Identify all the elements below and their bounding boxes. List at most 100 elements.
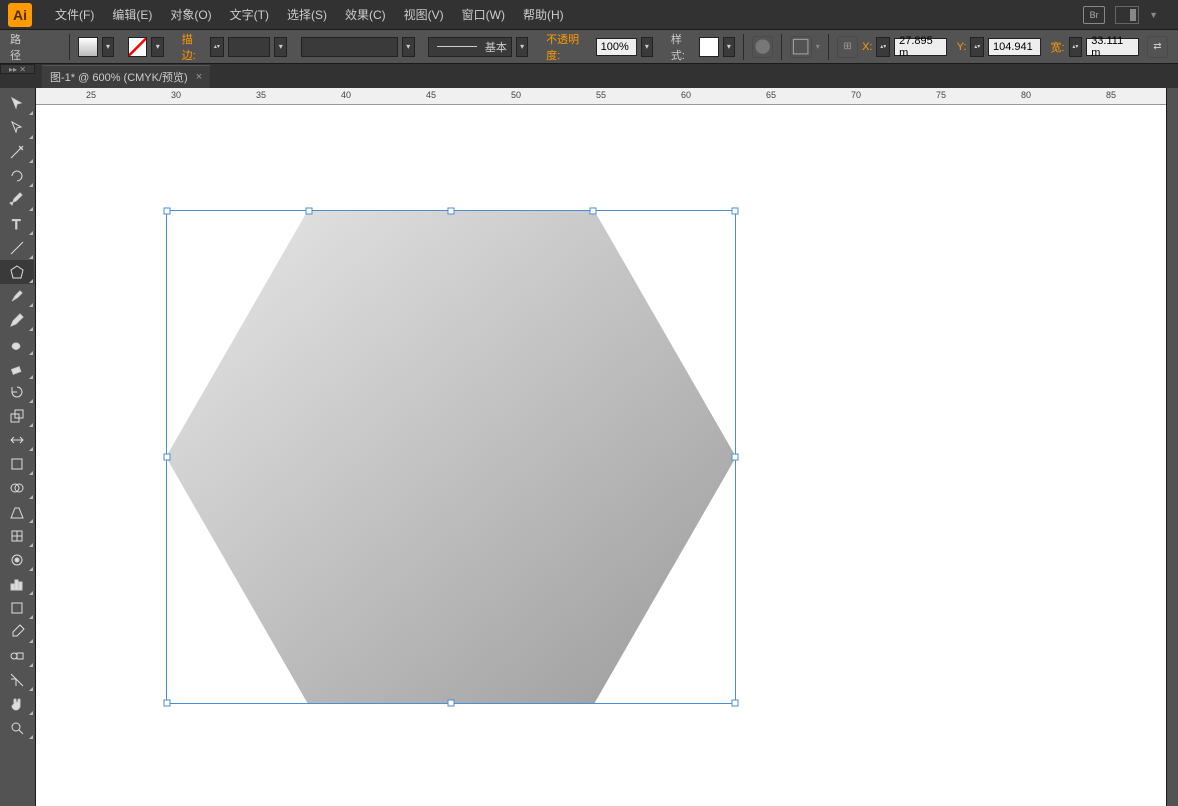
handle-e[interactable] <box>732 454 739 461</box>
eraser-tool[interactable] <box>0 356 34 380</box>
pencil-tool[interactable] <box>0 308 34 332</box>
menu-edit[interactable]: 编辑(E) <box>103 2 161 27</box>
menu-file[interactable]: 文件(F) <box>46 2 103 27</box>
y-stepper[interactable]: ▴▾ <box>970 37 984 57</box>
selection-tool[interactable] <box>0 92 34 116</box>
x-label: X: <box>862 41 872 53</box>
eyedropper-tool[interactable] <box>0 620 34 644</box>
stroke-label: 描边: <box>182 31 206 63</box>
w-field[interactable]: 33.111 m <box>1086 38 1139 56</box>
constrain-icon[interactable]: ⇄ <box>1147 36 1168 58</box>
handle-s[interactable] <box>448 700 455 707</box>
blob-brush-tool[interactable] <box>0 332 34 356</box>
artboard-tool[interactable] <box>0 596 34 620</box>
menu-help[interactable]: 帮助(H) <box>514 2 573 27</box>
chevron-down-icon[interactable]: ▼ <box>1149 10 1158 20</box>
ruler-tick: 40 <box>341 90 351 100</box>
slice-tool[interactable] <box>0 668 34 692</box>
handle-n[interactable] <box>448 208 455 215</box>
blend-tool[interactable] <box>0 644 34 668</box>
brush-field[interactable]: 基本 <box>428 37 511 57</box>
collapse-toolbar-button[interactable]: ▸▸ ✕ <box>0 64 35 74</box>
zoom-tool[interactable] <box>0 716 34 740</box>
style-dropdown[interactable]: ▾ <box>723 37 736 57</box>
fill-dropdown[interactable]: ▾ <box>102 37 115 57</box>
recolor-icon[interactable] <box>752 36 773 58</box>
opacity-label: 不透明度: <box>546 31 592 63</box>
y-label: Y: <box>957 41 967 53</box>
magic-wand-tool[interactable] <box>0 140 34 164</box>
stroke-profile-dropdown[interactable]: ▾ <box>402 37 415 57</box>
ruler-tick: 55 <box>596 90 606 100</box>
width-tool[interactable] <box>0 428 34 452</box>
line-tool[interactable] <box>0 236 34 260</box>
ruler-tick: 65 <box>766 90 776 100</box>
direct-selection-tool[interactable] <box>0 116 34 140</box>
menu-object[interactable]: 对象(O) <box>161 2 220 27</box>
stroke-weight-dropdown[interactable]: ▾ <box>274 37 287 57</box>
column-graph-tool[interactable] <box>0 572 34 596</box>
ruler-tick: 25 <box>86 90 96 100</box>
brush-dropdown[interactable]: ▾ <box>516 37 529 57</box>
stroke-swatch[interactable] <box>128 37 147 57</box>
scale-tool[interactable] <box>0 404 34 428</box>
ruler-tick: 70 <box>851 90 861 100</box>
lasso-tool[interactable] <box>0 164 34 188</box>
app-logo: Ai <box>8 3 32 27</box>
canvas[interactable] <box>36 105 1166 806</box>
brush-tool[interactable] <box>0 284 34 308</box>
handle-w[interactable] <box>164 454 171 461</box>
anchor-1[interactable] <box>306 208 313 215</box>
transform-reference-icon[interactable]: ⊞ <box>837 36 858 58</box>
type-tool[interactable]: T <box>0 212 34 236</box>
ruler-tick: 45 <box>426 90 436 100</box>
stroke-weight-field[interactable] <box>228 37 271 57</box>
ruler-tick: 75 <box>936 90 946 100</box>
opacity-dropdown[interactable]: ▾ <box>641 37 654 57</box>
menu-select[interactable]: 选择(S) <box>278 2 336 27</box>
bridge-icon[interactable]: Br <box>1083 6 1105 24</box>
workspace-switcher-icon[interactable] <box>1115 6 1139 24</box>
selection-bounding-box[interactable] <box>166 210 736 704</box>
ruler-tick: 80 <box>1021 90 1031 100</box>
right-panel-collapsed[interactable] <box>1166 88 1178 806</box>
handle-se[interactable] <box>732 700 739 707</box>
stroke-dropdown[interactable]: ▾ <box>151 37 164 57</box>
ruler-tick: 85 <box>1106 90 1116 100</box>
handle-ne[interactable] <box>732 208 739 215</box>
stroke-weight-stepper[interactable]: ▴▾ <box>210 37 224 57</box>
document-tab[interactable]: 图-1* @ 600% (CMYK/预览) × <box>42 65 210 88</box>
rotate-tool[interactable] <box>0 380 34 404</box>
style-swatch[interactable] <box>699 37 718 57</box>
w-stepper[interactable]: ▴▾ <box>1069 37 1083 57</box>
x-field[interactable]: 27.895 m <box>894 38 947 56</box>
menu-view[interactable]: 视图(V) <box>395 2 453 27</box>
anchor-2[interactable] <box>590 208 597 215</box>
w-label: 宽: <box>1051 39 1065 55</box>
perspective-tool[interactable] <box>0 500 34 524</box>
fill-swatch[interactable] <box>78 37 97 57</box>
menu-window[interactable]: 窗口(W) <box>453 2 514 27</box>
handle-nw[interactable] <box>164 208 171 215</box>
symbol-tool[interactable] <box>0 548 34 572</box>
tab-close-icon[interactable]: × <box>196 71 202 83</box>
polygon-tool[interactable] <box>0 260 34 284</box>
hand-tool[interactable] <box>0 692 34 716</box>
pen-tool[interactable] <box>0 188 34 212</box>
x-stepper[interactable]: ▴▾ <box>876 37 890 57</box>
menu-effect[interactable]: 效果(C) <box>336 2 395 27</box>
handle-sw[interactable] <box>164 700 171 707</box>
svg-text:T: T <box>12 216 21 232</box>
toolbar: T <box>0 88 36 806</box>
ruler-tick: 50 <box>511 90 521 100</box>
shape-builder-tool[interactable] <box>0 476 34 500</box>
y-field[interactable]: 104.941 <box>988 38 1041 56</box>
free-transform-tool[interactable] <box>0 452 34 476</box>
canvas-area: 25303540455055606570758085 <box>36 88 1166 806</box>
stroke-profile-field[interactable] <box>301 37 398 57</box>
menu-type[interactable]: 文字(T) <box>221 2 278 27</box>
mesh-tool[interactable] <box>0 524 34 548</box>
opacity-field[interactable]: 100% <box>596 38 637 56</box>
tab-bar: 图-1* @ 600% (CMYK/预览) × <box>0 64 1178 88</box>
align-icon[interactable] <box>790 36 811 58</box>
